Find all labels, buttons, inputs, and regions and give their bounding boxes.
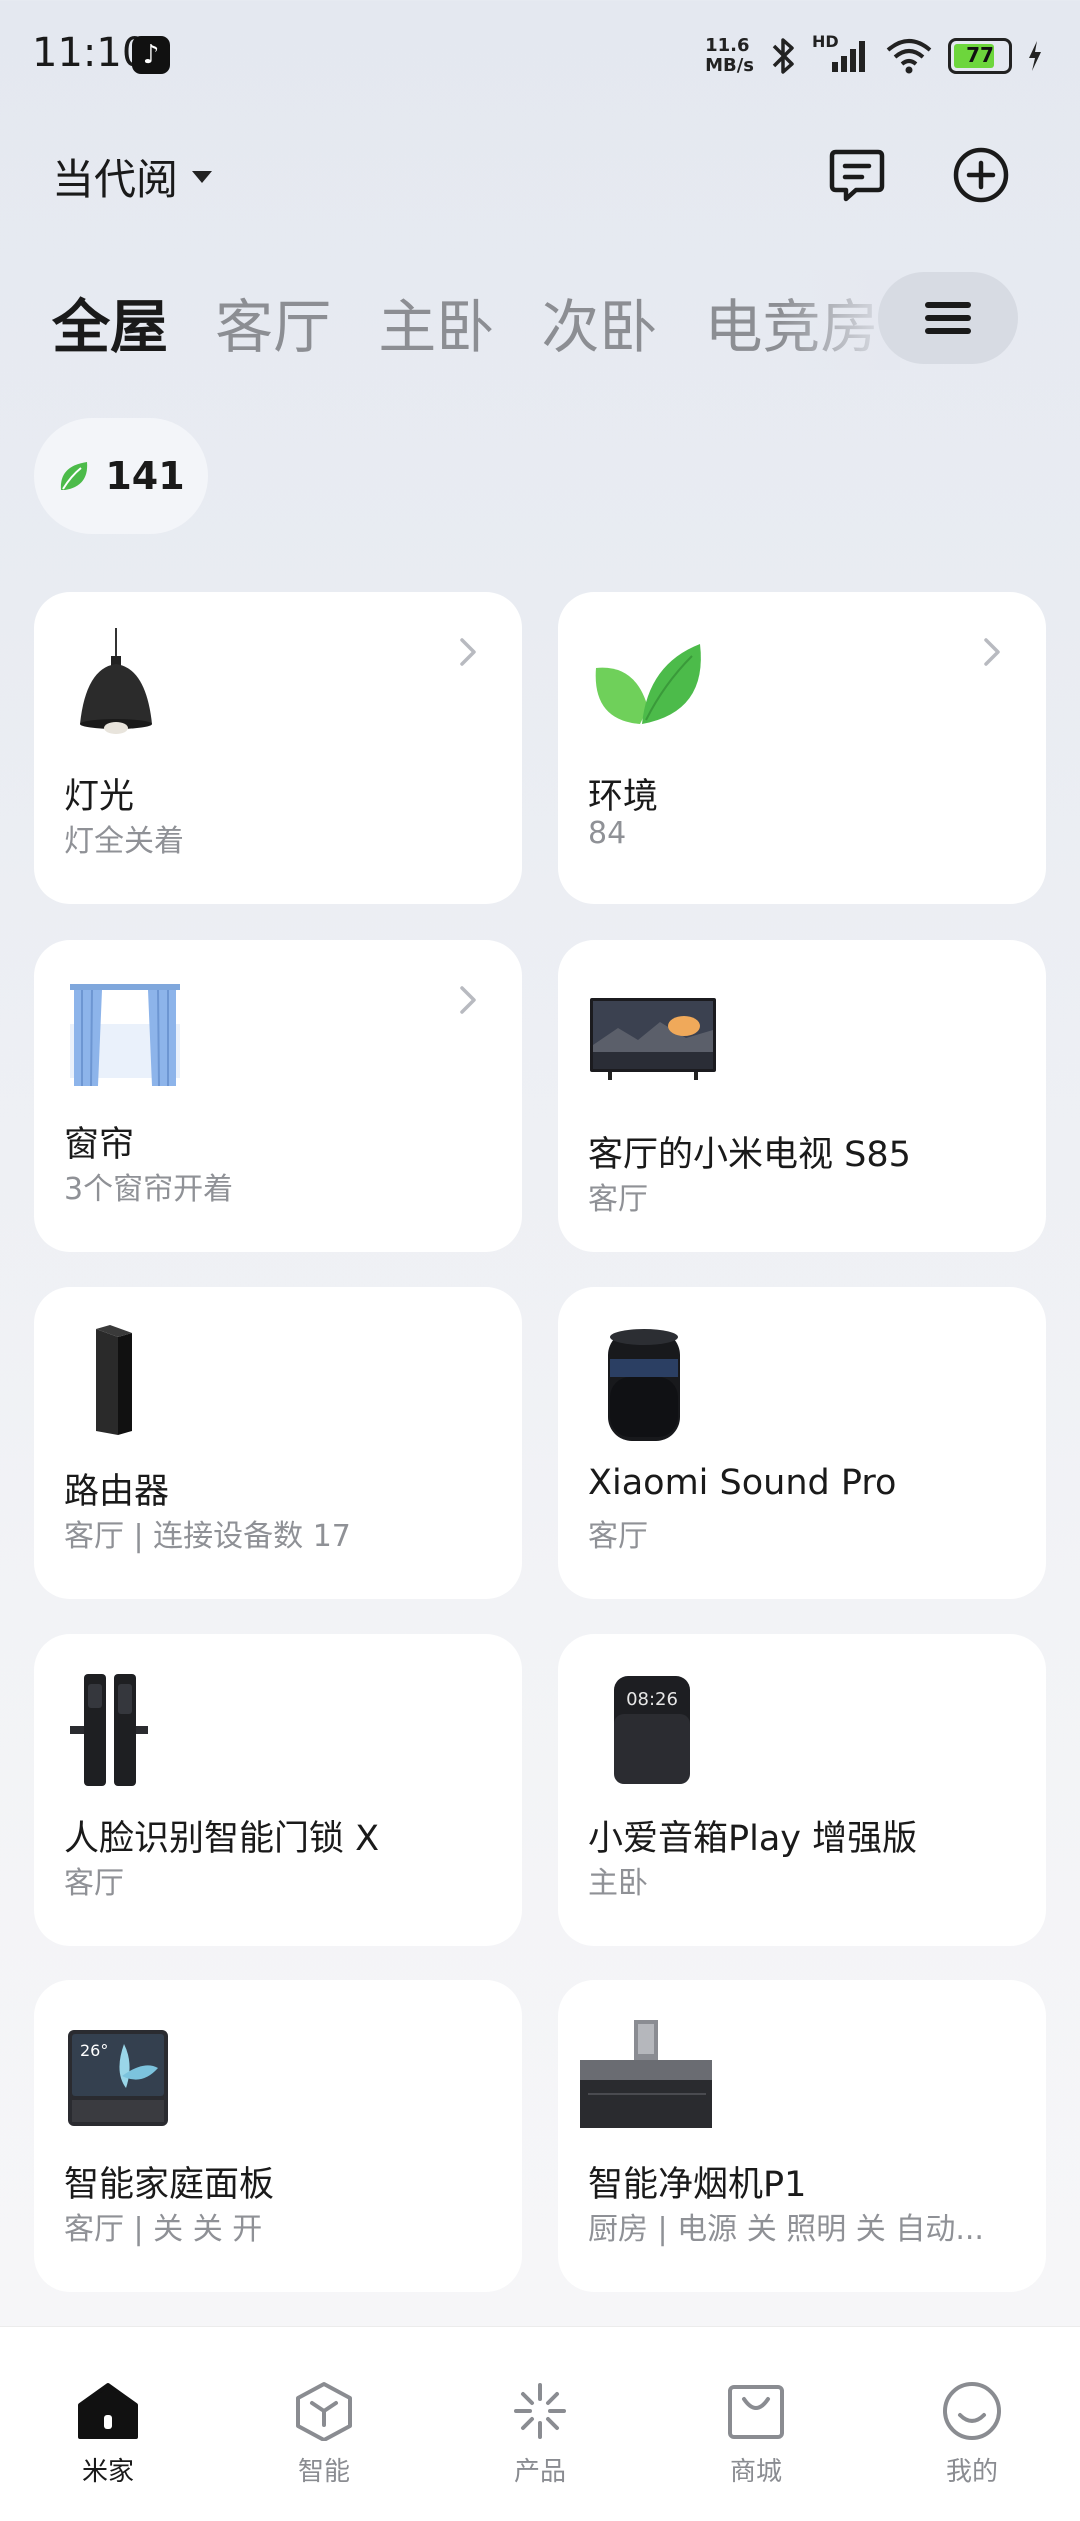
nav-home[interactable]: 米家	[0, 2327, 216, 2521]
device-card-environment[interactable]: 环境 84	[558, 592, 1046, 904]
card-title: 智能净烟机P1	[588, 2165, 807, 2205]
add-device-icon[interactable]	[950, 144, 1012, 206]
home-selector[interactable]: 当代阅	[52, 146, 213, 207]
card-title: 灯光	[64, 777, 135, 817]
card-title: 路由器	[64, 1472, 170, 1512]
card-subtitle: 客厅	[588, 1519, 648, 1554]
cellular-signal-icon: HD	[812, 32, 870, 76]
chevron-right-icon	[460, 638, 476, 666]
nav-smart[interactable]: 智能	[216, 2327, 432, 2521]
card-subtitle: 灯全关着	[64, 824, 184, 859]
room-menu-button[interactable]	[878, 272, 1018, 364]
tab-all-rooms[interactable]: 全屋	[52, 280, 168, 360]
nav-label: 商城	[729, 2457, 782, 2487]
device-card-xiaoai-speaker[interactable]: 08:26 小爱音箱Play 增强版 主卧	[558, 1634, 1046, 1946]
nav-label: 产品	[513, 2457, 566, 2487]
message-icon[interactable]	[826, 144, 888, 206]
card-title: 窗帘	[64, 1125, 135, 1165]
eco-score-badge[interactable]: 141	[34, 418, 208, 534]
card-subtitle: 客厅 | 连接设备数 17	[64, 1519, 351, 1554]
home-name: 当代阅	[52, 155, 179, 204]
clock: 11:10	[32, 30, 148, 76]
card-title: 小爱音箱Play 增强版	[588, 1819, 918, 1859]
router-icon	[96, 1325, 132, 1435]
room-tabs: 全屋 客厅 主卧 次卧 电竞房	[52, 280, 882, 360]
shopping-bag-icon	[728, 2385, 784, 2439]
card-title: Xiaomi Sound Pro	[588, 1463, 897, 1503]
battery-icon: 77	[948, 38, 1012, 74]
device-card-door-lock[interactable]: 人脸识别智能门锁 X 客厅	[34, 1634, 522, 1946]
products-sparkle-icon	[514, 2383, 566, 2439]
pendant-lamp-icon	[80, 628, 152, 734]
home-panel-icon: 26°	[68, 2030, 168, 2126]
tab-living-room[interactable]: 客厅	[215, 280, 331, 360]
tiktok-notification-icon: ♪	[132, 36, 170, 74]
nav-store[interactable]: 商城	[648, 2327, 864, 2521]
smart-speaker-icon: 08:26	[614, 1676, 690, 1784]
chevron-right-icon	[460, 986, 476, 1014]
card-subtitle: 主卧	[588, 1866, 648, 1901]
speaker-clock: 08:26	[626, 1689, 678, 1710]
device-card-sound-pro[interactable]: Xiaomi Sound Pro 客厅	[558, 1287, 1046, 1599]
card-subtitle: 84	[588, 816, 627, 851]
wifi-icon	[886, 39, 932, 74]
nav-products[interactable]: 产品	[432, 2327, 648, 2521]
tv-icon	[590, 998, 716, 1080]
leaves-icon	[595, 644, 701, 724]
device-card-curtains[interactable]: 窗帘 3个窗帘开着	[34, 940, 522, 1252]
device-card-home-panel[interactable]: 26° 智能家庭面板 客厅 | 关 关 开	[34, 1980, 522, 2292]
leaf-icon	[61, 462, 88, 490]
network-speed: 11.6 MB/s	[705, 35, 754, 76]
card-subtitle: 厨房 | 电源 关 照明 关 自动...	[588, 2212, 984, 2247]
nav-label: 智能	[297, 2457, 350, 2487]
nav-label: 米家	[81, 2457, 134, 2487]
card-subtitle: 客厅	[588, 1182, 648, 1217]
device-card-router[interactable]: 路由器 客厅 | 连接设备数 17	[34, 1287, 522, 1599]
range-hood-icon	[580, 2020, 712, 2128]
card-subtitle: 客厅 | 关 关 开	[64, 2212, 263, 2247]
charging-icon	[1029, 41, 1041, 71]
card-title: 环境	[588, 777, 659, 817]
home-icon	[78, 2383, 138, 2439]
curtain-icon	[70, 984, 180, 1087]
device-card-lights[interactable]: 灯光 灯全关着	[34, 592, 522, 904]
card-title: 人脸识别智能门锁 X	[64, 1819, 380, 1859]
smiley-profile-icon	[943, 2382, 1001, 2440]
smart-cube-icon	[296, 2382, 352, 2441]
chevron-right-icon	[984, 638, 1000, 666]
card-title: 客厅的小米电视 S85	[588, 1135, 911, 1175]
eco-score: 141	[105, 454, 185, 498]
door-lock-icon	[70, 1674, 148, 1786]
bottom-navigation: 米家 智能 产品 商城 我的	[0, 2326, 1080, 2521]
tab-master-bedroom[interactable]: 主卧	[378, 280, 494, 360]
status-bar: 11:10 ♪ 11.6 MB/s HD 77	[0, 0, 1080, 110]
device-card-tv[interactable]: 客厅的小米电视 S85 客厅	[558, 940, 1046, 1252]
card-subtitle: 客厅	[64, 1866, 124, 1901]
card-title: 智能家庭面板	[64, 2165, 275, 2205]
bluetooth-icon	[772, 38, 794, 74]
nav-profile[interactable]: 我的	[864, 2327, 1080, 2521]
chevron-down-icon	[192, 170, 213, 183]
card-subtitle: 3个窗帘开着	[64, 1172, 234, 1207]
device-card-range-hood[interactable]: 智能净烟机P1 厨房 | 电源 关 照明 关 自动...	[558, 1980, 1046, 2292]
nav-label: 我的	[945, 2457, 998, 2487]
panel-temperature: 26°	[80, 2041, 108, 2060]
speaker-icon	[608, 1329, 680, 1441]
tab-second-bedroom[interactable]: 次卧	[541, 280, 657, 360]
